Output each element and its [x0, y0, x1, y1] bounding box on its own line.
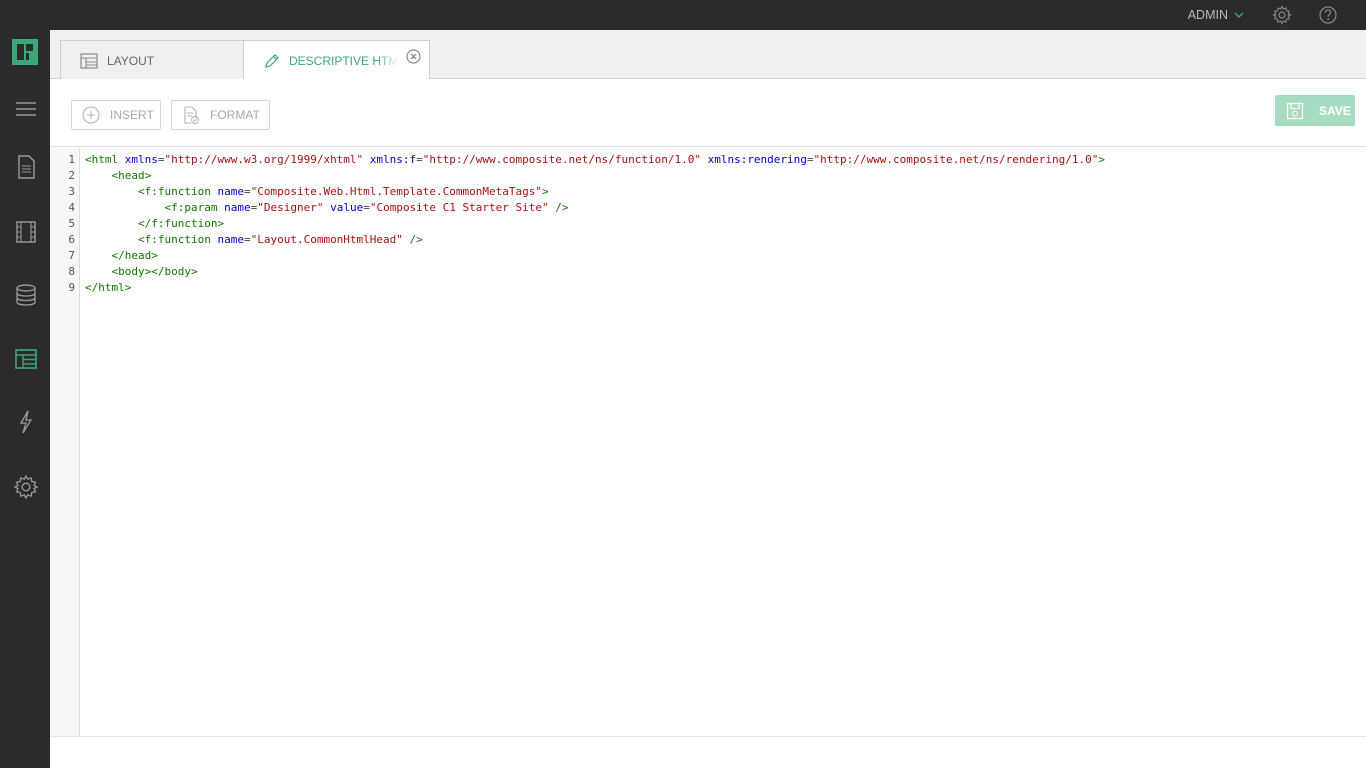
media-icon[interactable]	[13, 219, 39, 245]
code-token: <head>	[111, 169, 152, 182]
main-panel: LAYOUT DESCRIPTIVE HTML LAYOUT INSERT	[50, 30, 1366, 768]
line-number: 9	[68, 281, 75, 294]
code-token: <html	[85, 153, 125, 166]
code-token: "Designer"	[257, 201, 324, 214]
code-line: </html>	[85, 280, 1105, 296]
code-line: <head>	[85, 168, 1105, 184]
layout-icon[interactable]	[13, 346, 39, 372]
code-token: <f:param	[164, 201, 225, 214]
code-token: </f:function>	[137, 217, 225, 230]
code-token: =	[243, 233, 251, 246]
code-token: "http://www.w3.org/1999/xhtml"	[164, 153, 364, 166]
code-token: name	[224, 201, 251, 214]
format-label: FORMAT	[210, 108, 260, 122]
format-document-icon	[184, 106, 199, 124]
code-token: "http://www.composite.net/ns/rendering/1…	[813, 153, 1099, 166]
line-number: 2	[68, 169, 75, 182]
code-line: </head>	[85, 248, 1105, 264]
user-name: ADMIN	[1187, 8, 1228, 22]
top-bar: ADMIN	[0, 0, 1366, 30]
code-token: <body></body>	[111, 265, 198, 278]
code-token: =	[157, 153, 165, 166]
code-line: <body></body>	[85, 264, 1105, 280]
code-line: <f:function name="Composite.Web.Html.Tem…	[85, 184, 1105, 200]
tab-label: DESCRIPTIVE HTML LAYOUT	[289, 53, 399, 68]
line-number: 4	[68, 201, 75, 214]
code-token: value	[330, 201, 364, 214]
line-number: 7	[68, 249, 75, 262]
content-pages-icon[interactable]	[13, 154, 39, 180]
data-icon[interactable]	[13, 282, 39, 308]
code-line: </f:function>	[85, 216, 1105, 232]
system-settings-icon[interactable]	[13, 474, 39, 500]
code-editor[interactable]: 123456789 <html xmlns="http://www.w3.org…	[50, 148, 1366, 736]
code-token: =	[806, 153, 814, 166]
editor-content: INSERT FORMAT SAVE 1 2 3 4 5 6 7 8 9 <ht…	[50, 79, 1366, 768]
format-button[interactable]: FORMAT	[171, 100, 270, 130]
line-number: 1	[68, 153, 75, 166]
code-token: />	[402, 233, 423, 246]
code-text[interactable]: <html xmlns="http://www.w3.org/1999/xhtm…	[85, 152, 1105, 296]
code-token: name	[217, 185, 244, 198]
settings-gear-icon[interactable]	[1272, 5, 1292, 25]
app-logo-icon	[12, 39, 38, 65]
line-number-gutter: 1 2 3 4 5 6 7 8 9	[50, 148, 80, 736]
code-token: <f:function	[137, 185, 218, 198]
insert-button[interactable]: INSERT	[71, 100, 161, 130]
line-number: 8	[68, 265, 75, 278]
code-token: >	[542, 185, 549, 198]
chevron-down-icon	[1234, 12, 1244, 18]
insert-label: INSERT	[110, 108, 154, 122]
tab-bar: LAYOUT DESCRIPTIVE HTML LAYOUT	[50, 30, 1366, 80]
editor-footer	[50, 736, 1366, 768]
editor-toolbar: INSERT FORMAT SAVE	[50, 79, 1366, 147]
left-rail	[0, 30, 50, 768]
save-label: SAVE	[1319, 103, 1351, 118]
code-token: "Layout.CommonHtmlHead"	[250, 233, 403, 246]
help-circle-icon[interactable]	[1318, 5, 1338, 25]
code-token: name	[217, 233, 244, 246]
tab-label: LAYOUT	[107, 53, 155, 68]
code-line: <f:function name="Layout.CommonHtmlHead"…	[85, 232, 1105, 248]
code-token: xmlns:rendering	[707, 153, 807, 166]
pencil-icon	[265, 53, 279, 68]
save-icon	[1286, 102, 1304, 119]
code-token: </head>	[111, 249, 158, 262]
code-token: xmlns	[124, 153, 158, 166]
code-token: =	[243, 185, 251, 198]
code-token: =	[363, 201, 370, 214]
code-token: </html>	[85, 281, 132, 294]
code-line: <html xmlns="http://www.w3.org/1999/xhtm…	[85, 152, 1105, 168]
code-token: />	[548, 201, 569, 214]
code-token: "Composite C1 Starter Site"	[369, 201, 549, 214]
layout-icon	[80, 52, 98, 69]
functions-icon[interactable]	[13, 409, 39, 435]
tab-descriptive-html-layout[interactable]: DESCRIPTIVE HTML LAYOUT	[243, 40, 430, 80]
code-token: "http://www.composite.net/ns/function/1.…	[422, 153, 701, 166]
code-token: >	[1098, 153, 1105, 166]
code-token: xmlns:f	[369, 153, 417, 166]
code-token: =	[416, 153, 423, 166]
tab-layout[interactable]: LAYOUT	[60, 40, 244, 80]
user-menu[interactable]: ADMIN	[1188, 0, 1244, 30]
line-number: 6	[68, 233, 75, 246]
code-line: <f:param name="Designer" value="Composit…	[85, 200, 1105, 216]
line-number: 5	[68, 217, 75, 230]
line-number: 3	[68, 185, 75, 198]
plus-circle-icon	[82, 106, 100, 124]
close-circle-icon[interactable]	[406, 49, 421, 64]
code-token: "Composite.Web.Html.Template.CommonMetaT…	[250, 185, 542, 198]
code-token: <f:function	[137, 233, 218, 246]
save-button[interactable]: SAVE	[1275, 95, 1355, 126]
menu-icon[interactable]	[13, 96, 39, 122]
